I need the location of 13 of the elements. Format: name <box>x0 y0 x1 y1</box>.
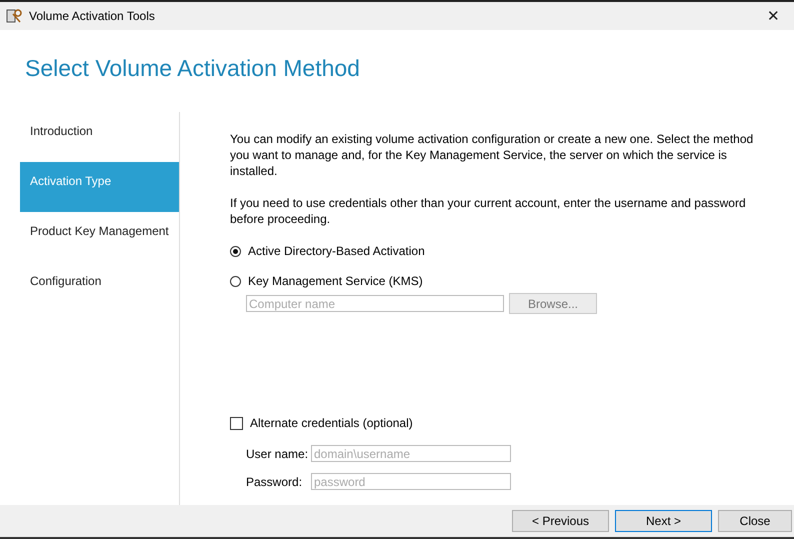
field-label: User name: <box>246 446 310 460</box>
sidebar-item[interactable]: Configuration <box>20 262 179 312</box>
sidebar-item[interactable]: Introduction <box>20 112 179 162</box>
radio-label[interactable]: Key Management Service (KMS) <box>248 274 423 288</box>
field-label: Password: <box>246 474 304 488</box>
description-text: You can modify an existing volume activation configuration or create a new one. Select the method you want to manage and, for the Key Management Service, the server on which the service is installed. <box>230 131 754 179</box>
close-icon[interactable]: ✕ <box>759 7 788 25</box>
checkbox-label[interactable]: Alternate credentials (optional) <box>250 416 413 430</box>
description-text: If you need to use credentials other than your current account, enter the username and password before proceeding. <box>230 195 747 227</box>
window-title: Volume Activation Tools <box>29 9 156 23</box>
page-heading: Select Volume Activation Method <box>25 55 360 82</box>
radio-label[interactable]: Active Directory-Based Activation <box>248 244 425 258</box>
sidebar-item[interactable]: Product Key Management <box>20 212 179 262</box>
